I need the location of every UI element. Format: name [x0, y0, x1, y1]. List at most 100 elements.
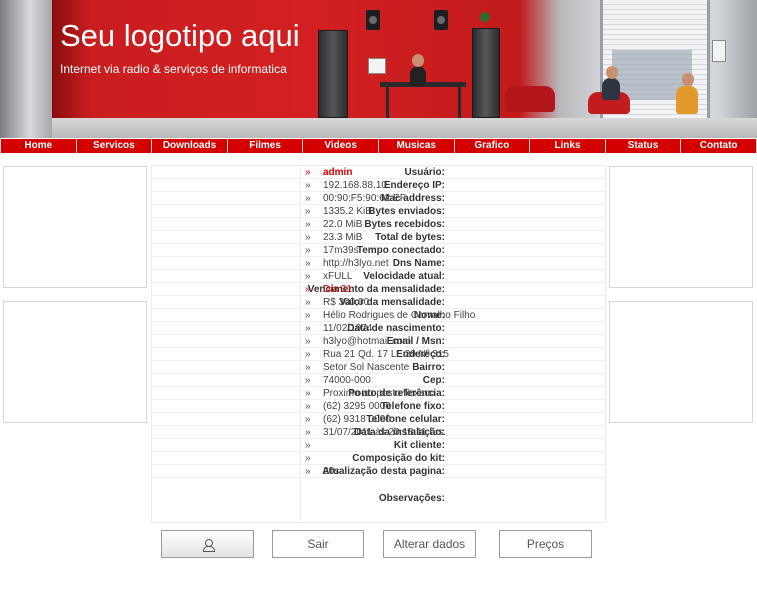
info-row: Dns Name: » http://h3lyo.net: [152, 257, 605, 270]
info-value: h3lyo@hotmail.com: [323, 336, 411, 347]
main-nav: Home Servicos Downloads Filmes Videos Mu…: [0, 139, 757, 153]
info-value: Setor Sol Nascente: [323, 362, 410, 373]
nav-grafico[interactable]: Grafico: [454, 139, 530, 153]
nav-status[interactable]: Status: [605, 139, 681, 153]
info-label: Velocidade atual:: [363, 271, 445, 282]
double-chevron-icon: »: [305, 336, 311, 347]
info-label: Kit cliente:: [393, 440, 445, 451]
info-value: 31/07/2011 às 20:18:11 hrs.: [323, 427, 447, 438]
banner-picture-frame: [368, 58, 386, 74]
info-row: Bytes recebidos: » 22.0 MiB: [152, 218, 605, 231]
info-row: Telefone celular:» (62) 9318 0000: [152, 413, 605, 426]
side-box-right-bottom: [609, 301, 753, 423]
info-row: Tempo conectado: » 17m39s: [152, 244, 605, 257]
info-value: 192.168.88.10: [323, 180, 387, 191]
info-row: Ponto de referência:» Proximo ao posto Te…: [152, 387, 605, 400]
info-label: Bairro:: [412, 362, 445, 373]
double-chevron-icon: »: [305, 401, 311, 412]
info-row: Endereço IP: » 192.168.88.10: [152, 179, 605, 192]
side-box-left-top: [3, 166, 147, 288]
double-chevron-icon: »: [305, 193, 311, 204]
info-label: Dns Name:: [392, 258, 445, 269]
account-info-table: Usuário: » admin Endereço IP: » 192.168.88.10…: [151, 165, 606, 523]
banner-speaker-left: [366, 10, 380, 30]
double-chevron-icon: »: [305, 180, 311, 191]
banner-person-desk: [410, 66, 426, 86]
nav-downloads[interactable]: Downloads: [152, 139, 227, 153]
info-value: 1335.2 KiB: [323, 206, 372, 217]
double-chevron-icon: »: [305, 245, 311, 256]
info-row: Kit cliente: »: [152, 439, 605, 452]
info-value: admin: [323, 167, 353, 178]
nav-links[interactable]: Links: [530, 139, 605, 153]
info-value: (62) 3295 0000: [323, 401, 391, 412]
info-value: Hélio Rodrigues de Carvalho Filho: [323, 310, 476, 321]
nav-musicas[interactable]: Musicas: [378, 139, 454, 153]
observacoes-row: Observações:: [152, 480, 605, 522]
nav-videos[interactable]: Videos: [303, 139, 378, 153]
info-row: Composição do kit: »: [152, 452, 605, 465]
double-chevron-icon: »: [305, 453, 311, 464]
banner-plant: [480, 12, 490, 22]
nav-servicos[interactable]: Servicos: [76, 139, 152, 153]
info-row: Usuário: » admin: [152, 166, 605, 179]
double-chevron-icon: »: [305, 219, 311, 230]
info-value: 23.3 MiB: [323, 232, 363, 243]
banner-person-sofa: [602, 78, 620, 100]
banner-sofa: [505, 86, 555, 112]
precos-button[interactable]: Preços: [499, 530, 592, 558]
alterar-dados-button[interactable]: Alterar dados: [383, 530, 476, 558]
info-label: Bytes enviados:: [368, 206, 445, 217]
info-value: 20s: [323, 466, 340, 477]
double-chevron-icon: »: [305, 440, 311, 451]
info-row: Data da instalação:» 31/07/2011 às 20:18:…: [152, 426, 605, 439]
header-banner: Seu logotipo aqui Internet via radio & s…: [0, 0, 757, 138]
info-row: Endereço:» Rua 21 Qd. 17 Lt. 29 Nº 315: [152, 348, 605, 361]
info-row: Mac address:» 00:90:F5:90:62:EF: [152, 192, 605, 205]
banner-speaker-right: [434, 10, 448, 30]
double-chevron-icon: »: [305, 310, 311, 321]
info-row: Velocidade atual: » xFULL: [152, 270, 605, 283]
logo-title: Seu logotipo aqui: [60, 18, 300, 53]
info-label: Usuário:: [404, 167, 445, 178]
double-chevron-icon: »: [305, 466, 311, 477]
sair-button[interactable]: Sair: [272, 530, 364, 558]
double-chevron-icon: »: [305, 388, 311, 399]
banner-person-head: [412, 54, 424, 67]
info-value: xFULL: [323, 271, 353, 282]
double-chevron-icon: »: [305, 362, 311, 373]
user-button[interactable]: [161, 530, 254, 558]
info-value: Proximo ao posto Texaco: [323, 388, 436, 399]
nav-home[interactable]: Home: [1, 139, 76, 153]
double-chevron-icon: »: [305, 427, 311, 438]
banner-person-head: [682, 73, 694, 86]
info-value: Rua 21 Qd. 17 Lt. 29 Nº 315: [323, 349, 449, 360]
info-value: 17m39s: [323, 245, 359, 256]
info-row: Vencimento da mensalidade:» Dia 31: [152, 283, 605, 296]
banner-cabinet-right: [472, 28, 500, 118]
info-value: 74000-000: [323, 375, 371, 386]
info-row: Data de nascimento:» 11/02/1974: [152, 322, 605, 335]
info-row: Nome:» Hélio Rodrigues de Carvalho Filho: [152, 309, 605, 322]
banner-pillar: [0, 0, 52, 138]
info-row: Email / Msn:» h3lyo@hotmail.com: [152, 335, 605, 348]
info-label: Composição do kit:: [352, 453, 445, 464]
info-row: Cep: » 74000-000: [152, 374, 605, 387]
info-value: (62) 9318 0000: [323, 414, 391, 425]
nav-filmes[interactable]: Filmes: [227, 139, 303, 153]
info-label: Atualização desta pagina:: [322, 466, 445, 477]
info-value: Dia 31: [323, 284, 352, 295]
info-row: Telefone fixo:» (62) 3295 0000: [152, 400, 605, 413]
banner-floor: [52, 118, 757, 138]
info-value: http://h3lyo.net: [323, 258, 389, 269]
info-value: R$ 300,00: [323, 297, 370, 308]
double-chevron-icon: »: [305, 271, 311, 282]
info-row: Bytes enviados: » 1335.2 KiB: [152, 205, 605, 218]
nav-contato[interactable]: Contato: [681, 139, 756, 153]
info-value: 11/02/1974: [323, 323, 373, 334]
info-row: Valor da mensalidade:» R$ 300,00: [152, 296, 605, 309]
side-box-left-bottom: [3, 301, 147, 423]
double-chevron-icon: »: [305, 167, 311, 178]
side-box-right-top: [609, 166, 753, 288]
double-chevron-icon: »: [305, 297, 311, 308]
